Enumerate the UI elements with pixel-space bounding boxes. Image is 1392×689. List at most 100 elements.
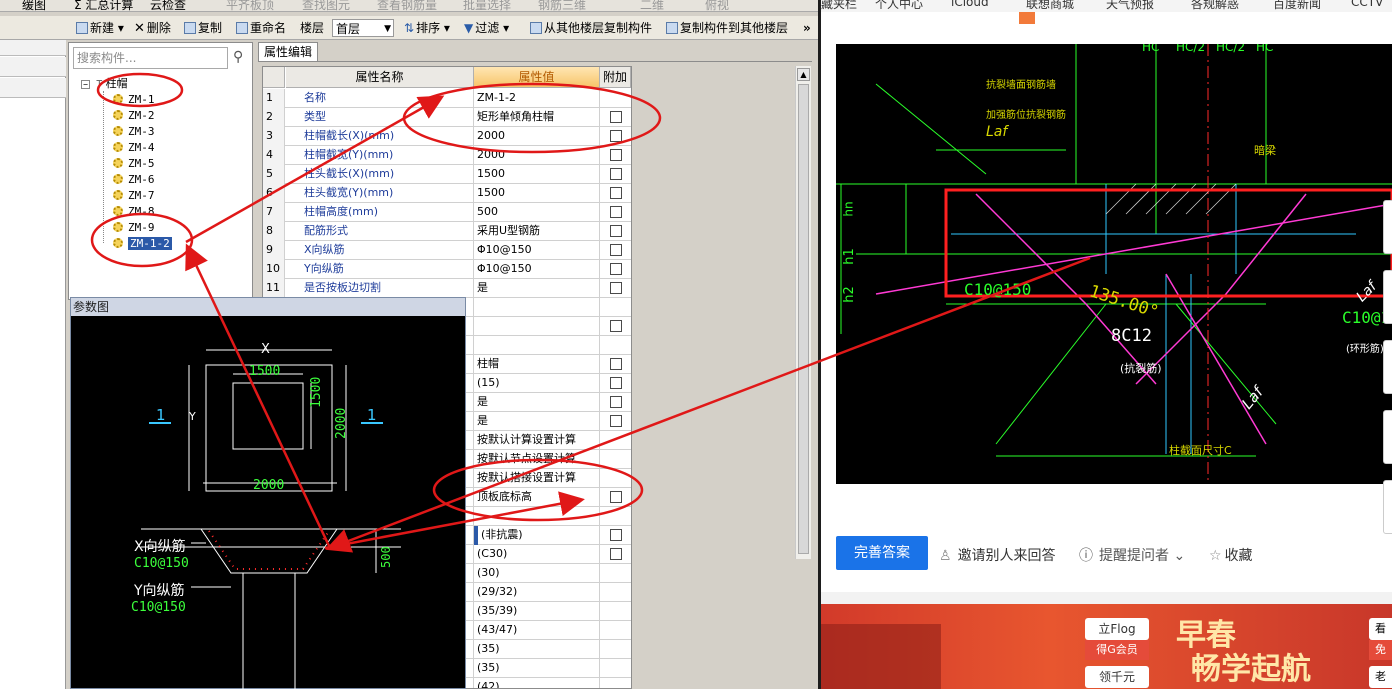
tree-item-zm-5[interactable]: ZM-5	[113, 156, 155, 171]
table-row[interactable]: 2 类型 矩形单倾角柱帽	[263, 108, 631, 127]
table-row[interactable]: 6 柱头截宽(Y)(mm) 1500	[263, 184, 631, 203]
tree-item-zm-8[interactable]: ZM-8	[113, 204, 155, 219]
extra-checkbox[interactable]	[610, 130, 622, 142]
table-row[interactable]: 9 X向纵筋 Φ10@150	[263, 241, 631, 260]
dock-row[interactable]	[0, 78, 66, 98]
tree-item-zm-2[interactable]: ZM-2	[113, 108, 155, 123]
bookmark-personal[interactable]: 个人中心	[875, 0, 923, 12]
remind-asker-link[interactable]: ⓘ 提醒提问者 ⌄	[1079, 545, 1185, 565]
menu-sum-calc[interactable]: Σ 汇总计算	[74, 0, 133, 11]
floating-side-tab[interactable]	[1383, 340, 1392, 394]
menu-batch-select[interactable]: 批量选择	[463, 0, 511, 11]
prop-value[interactable]: 500	[474, 203, 600, 222]
prop-value[interactable]: 是	[474, 412, 600, 431]
prop-value[interactable]: Φ10@150	[474, 260, 600, 279]
bookmark-cctv[interactable]: CCTV	[1351, 0, 1383, 9]
tree-item-zm-7[interactable]: ZM-7	[113, 188, 155, 203]
prop-value-header[interactable]: 属性值	[474, 67, 600, 88]
table-row[interactable]: 7 柱帽高度(mm) 500	[263, 203, 631, 222]
menu-3d-rebar[interactable]: 钢筋三维	[538, 0, 586, 11]
filter-button[interactable]: ▼ 过滤 ▾	[464, 19, 509, 37]
table-row[interactable]: 5 柱头截长(X)(mm) 1500	[263, 165, 631, 184]
banner-side-3[interactable]: 老	[1369, 666, 1392, 688]
floor-select[interactable]: 首层 ▼	[332, 19, 394, 37]
banner-side-1[interactable]: 看	[1369, 618, 1392, 640]
banner-flog-button[interactable]: 立Flog	[1085, 618, 1149, 640]
extra-checkbox[interactable]	[610, 263, 622, 275]
bookmark-lenovo[interactable]: 联想商城	[1026, 0, 1074, 12]
bookmark-faq[interactable]: 各规解惑	[1191, 0, 1239, 12]
dock-row[interactable]	[0, 57, 66, 77]
extra-checkbox[interactable]	[610, 168, 622, 180]
tree-item-zm-9[interactable]: ZM-9	[113, 220, 155, 235]
floating-side-tab[interactable]	[1383, 270, 1392, 324]
prop-value[interactable]: 按默认节点设置计算	[474, 450, 600, 469]
extra-checkbox[interactable]	[610, 358, 622, 370]
prop-value[interactable]	[474, 317, 600, 336]
prop-value[interactable]: (35/39)	[474, 602, 600, 621]
scroll-up-icon[interactable]: ▲	[797, 68, 810, 81]
tree-item-zm-1-2[interactable]: ZM-1-2	[113, 236, 172, 251]
prop-value[interactable]: 1500	[474, 165, 600, 184]
prop-value[interactable]: 柱帽	[474, 355, 600, 374]
menu-cloud-check[interactable]: 云检查	[150, 0, 186, 11]
menu-find[interactable]: 查找图元	[302, 0, 350, 11]
tree-item-zm-6[interactable]: ZM-6	[113, 172, 155, 187]
extra-checkbox[interactable]	[610, 396, 622, 408]
extra-checkbox[interactable]	[610, 415, 622, 427]
menu-view-rebar[interactable]: 查看钢筋量	[377, 0, 437, 11]
tree-root[interactable]: − ⊤ 柱帽	[81, 76, 128, 91]
prop-name-header[interactable]: 属性名称	[286, 67, 474, 88]
prop-value[interactable]: 顶板底标高	[474, 488, 600, 507]
prop-value[interactable]: (C30)	[474, 545, 600, 564]
banner-coupon-button[interactable]: 领千元	[1085, 666, 1149, 688]
prop-value[interactable]	[474, 298, 600, 317]
prop-value[interactable]: 按默认搭接设置计算	[474, 469, 600, 488]
copy-to-floor-button[interactable]: 复制构件到其他楼层	[666, 19, 788, 37]
prop-value[interactable]: Φ10@150	[474, 241, 600, 260]
scroll-thumb[interactable]	[798, 84, 809, 554]
table-row[interactable]: 3 柱帽截长(X)(mm) 2000	[263, 127, 631, 146]
bookmark-news[interactable]: 百度新闻	[1273, 0, 1321, 12]
tree-item-zm-4[interactable]: ZM-4	[113, 140, 155, 155]
prop-extra-header[interactable]: 附加	[600, 67, 631, 88]
bookmark-weather[interactable]: 天气预报	[1106, 0, 1154, 12]
prop-value[interactable]: 2000	[474, 146, 600, 165]
floating-side-tab[interactable]	[1383, 410, 1392, 464]
floating-side-tab[interactable]	[1383, 480, 1392, 534]
extra-checkbox[interactable]	[610, 206, 622, 218]
copy-from-floor-button[interactable]: 从其他楼层复制构件	[530, 19, 652, 37]
prop-value[interactable]: (非抗震)	[474, 526, 600, 545]
prop-value[interactable]: 矩形单倾角柱帽	[474, 108, 600, 127]
prop-value[interactable]: 2000	[474, 127, 600, 146]
prop-value[interactable]: ZM-1-2	[474, 89, 600, 108]
prop-value[interactable]: (35)	[474, 659, 600, 678]
prop-value[interactable]: (29/32)	[474, 583, 600, 602]
prop-value[interactable]: (15)	[474, 374, 600, 393]
sort-button[interactable]: ⇅ 排序 ▾	[404, 19, 450, 37]
table-row[interactable]: 1 名称 ZM-1-2	[263, 89, 631, 108]
extra-checkbox[interactable]	[610, 320, 622, 332]
search-icon[interactable]: ⚲	[233, 49, 243, 65]
tree-item-zm-3[interactable]: ZM-3	[113, 124, 155, 139]
extra-checkbox[interactable]	[610, 491, 622, 503]
collapse-icon[interactable]: −	[81, 80, 90, 89]
menu-top-view[interactable]: 俯视	[705, 0, 729, 11]
extra-checkbox[interactable]	[610, 187, 622, 199]
bookmark-icloud[interactable]: iCloud	[951, 0, 989, 9]
prop-value[interactable]: 1500	[474, 184, 600, 203]
extra-checkbox[interactable]	[610, 149, 622, 161]
tree-item-zm-1[interactable]: ZM-1	[113, 92, 155, 107]
prop-value[interactable]: (35)	[474, 640, 600, 659]
table-row[interactable]: 8 配筋形式 采用U型钢筋	[263, 222, 631, 241]
extra-checkbox[interactable]	[610, 548, 622, 560]
prop-value[interactable]: (43/47)	[474, 621, 600, 640]
invite-answer-link[interactable]: ♙ 邀请别人来回答	[939, 545, 1056, 565]
table-row[interactable]: 11 是否按板边切割是	[263, 279, 631, 298]
extra-checkbox[interactable]	[610, 244, 622, 256]
prop-value[interactable]: 是	[474, 279, 600, 298]
table-row[interactable]: 4 柱帽截宽(Y)(mm) 2000	[263, 146, 631, 165]
prop-value[interactable]: 按默认计算设置计算	[474, 431, 600, 450]
extra-checkbox[interactable]	[610, 282, 622, 294]
vertical-scrollbar[interactable]: ▲	[795, 66, 811, 559]
